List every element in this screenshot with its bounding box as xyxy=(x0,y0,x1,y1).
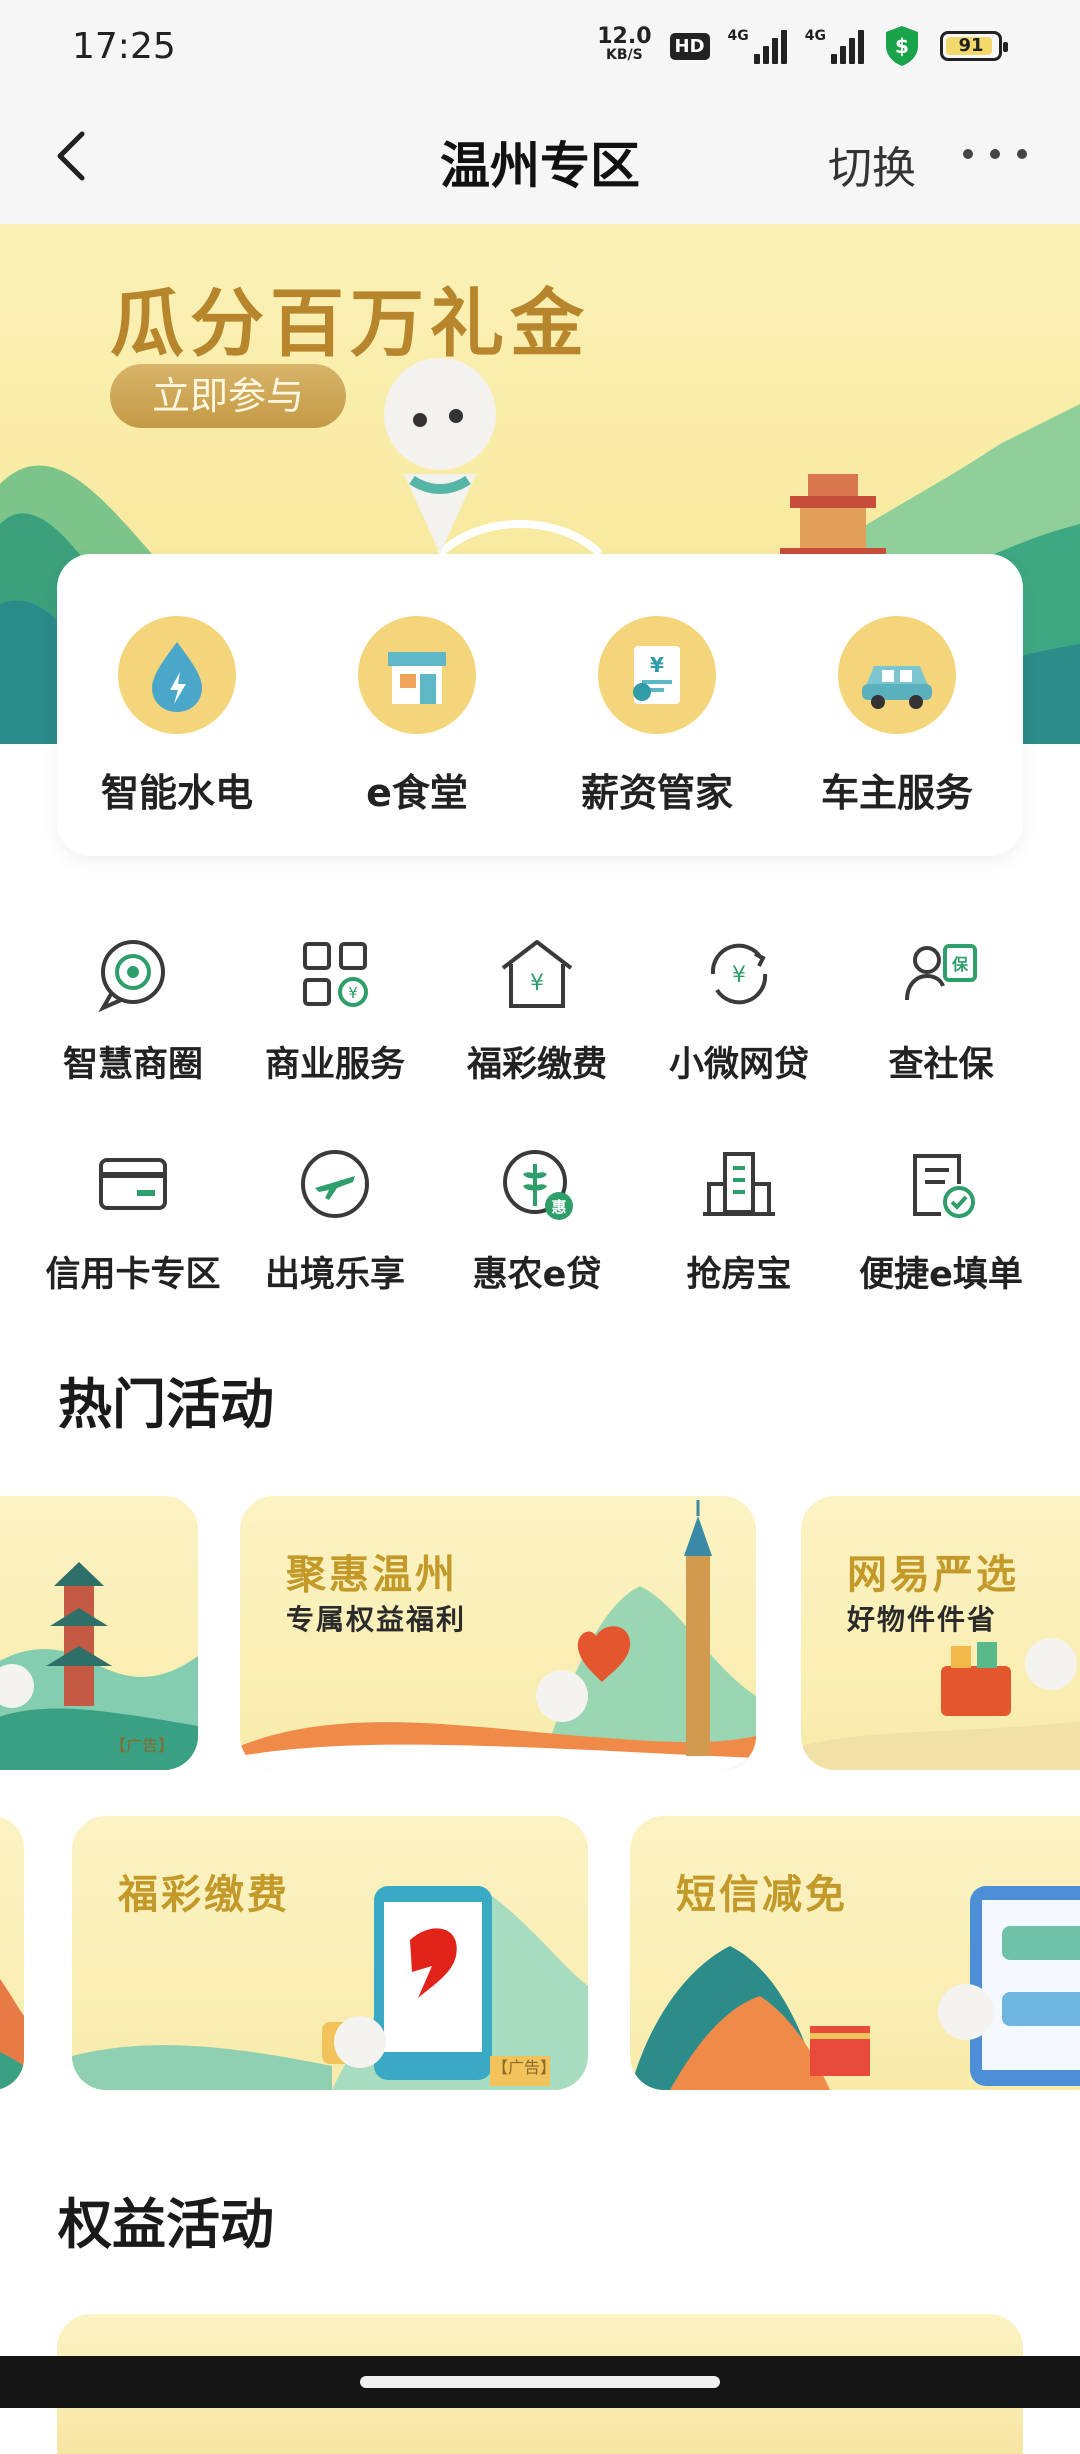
service-e-canteen[interactable]: e食堂 xyxy=(317,616,517,817)
status-time: 17:25 xyxy=(72,26,176,67)
micro-loan-icon: ¥ xyxy=(710,943,768,1005)
credit-card-icon xyxy=(99,1158,167,1210)
lottery-pay-icon: ¥ xyxy=(501,940,573,1008)
activity-card-lottery-pay[interactable]: 福彩缴费 【广告】 xyxy=(72,1816,588,2090)
grid-item-credit-card[interactable]: 信用卡专区 xyxy=(31,1144,235,1297)
social-security-icon: 保 xyxy=(905,944,977,1001)
grid-item-quick-form[interactable]: 便捷e填单 xyxy=(839,1144,1043,1297)
benefit-activities-title: 权益活动 xyxy=(58,2193,274,2256)
grid-label: 智慧商圈 xyxy=(62,1045,203,1085)
home-indicator[interactable] xyxy=(360,2376,720,2388)
grid-item-social-security[interactable]: 保 查社保 xyxy=(839,934,1043,1087)
grid-label: 商业服务 xyxy=(264,1045,405,1085)
svg-text:¥: ¥ xyxy=(650,653,664,677)
grid-item-house-grab[interactable]: 抢房宝 xyxy=(637,1144,841,1297)
card-title: 短信减免 xyxy=(676,1872,848,1918)
service-salary-manager[interactable]: ¥ 薪资管家 xyxy=(557,616,757,817)
svg-text:惠: 惠 xyxy=(551,1198,566,1216)
signal-icon: 4G xyxy=(728,28,787,64)
partial-illustration xyxy=(0,1978,24,2090)
grid-label: 便捷e填单 xyxy=(859,1255,1023,1295)
service-label: e食堂 xyxy=(366,771,468,815)
grid-item-business-service[interactable]: ¥ 商业服务 xyxy=(233,934,437,1087)
nav-bar: 温州专区 切换 xyxy=(0,96,1080,224)
battery-level: 91 xyxy=(958,35,984,56)
svg-text:¥: ¥ xyxy=(732,963,746,988)
grid-item-smart-business[interactable]: 智慧商圈 xyxy=(31,934,235,1087)
grid-label: 信用卡专区 xyxy=(45,1255,221,1295)
signal-type-label: 4G xyxy=(727,28,749,44)
featured-services-card: 智能水电 e食堂 ¥ 薪资管家 车主服务 xyxy=(57,554,1023,856)
hd-icon: HD xyxy=(669,32,710,60)
net-speed: 12.0 KB/S xyxy=(597,24,652,64)
smart-business-icon xyxy=(98,940,165,1013)
grid-label: 福彩缴费 xyxy=(466,1045,607,1085)
grid-item-outbound-travel[interactable]: 出境乐享 xyxy=(233,1144,437,1297)
service-smart-utilities[interactable]: 智能水电 xyxy=(77,616,277,817)
form-icon xyxy=(913,1154,975,1218)
activity-card-wenzhou-benefits[interactable]: 聚惠温州 专属权益福利 xyxy=(240,1496,756,1770)
salary-icon: ¥ xyxy=(598,616,716,734)
net-speed-value: 12.0 xyxy=(597,24,652,49)
activity-card-partial-left-2[interactable] xyxy=(0,1816,24,2090)
grid-label: 小微网贷 xyxy=(668,1045,809,1085)
page-title: 温州专区 xyxy=(440,137,640,195)
activity-card-netease-yanxuan[interactable]: 网易严选 好物件件省 xyxy=(801,1496,1080,1770)
pagoda-illustration xyxy=(0,1562,198,1770)
switch-region-button[interactable]: 切换 xyxy=(828,132,916,196)
ad-label: 【广告】 xyxy=(110,1736,175,1755)
hot-activities-title: 热门活动 xyxy=(58,1373,274,1436)
business-service-icon: ¥ xyxy=(303,942,368,1007)
card-title: 聚惠温州 xyxy=(286,1552,458,1598)
service-car-owner[interactable]: 车主服务 xyxy=(797,616,997,817)
agri-loan-icon: 惠 xyxy=(503,1150,573,1220)
ad-label: 【广告】 xyxy=(492,2058,557,2077)
join-now-button[interactable]: 立即参与 xyxy=(110,364,346,428)
grid-item-micro-loan[interactable]: ¥ 小微网贷 xyxy=(637,934,841,1087)
svg-text:¥: ¥ xyxy=(530,971,544,996)
status-icons: 12.0 KB/S HD 4G 4G $ 91 xyxy=(597,24,1008,68)
sms-illustration xyxy=(630,1886,1080,2090)
lottery-illustration xyxy=(72,1886,588,2090)
signal-type-label-2: 4G xyxy=(804,28,826,44)
building-icon xyxy=(703,1152,775,1216)
grid-label: 查社保 xyxy=(888,1045,994,1085)
card-subtitle: 好物件件省 xyxy=(847,1603,998,1636)
grid-label: 出境乐享 xyxy=(264,1255,405,1295)
svg-text:$: $ xyxy=(895,34,909,58)
battery-icon: 91 xyxy=(940,31,1008,61)
svg-text:¥: ¥ xyxy=(348,984,358,1002)
service-label: 薪资管家 xyxy=(580,771,733,815)
service-label: 智能水电 xyxy=(100,771,253,815)
card-subtitle: 专属权益福利 xyxy=(286,1603,467,1636)
card-title: 福彩缴费 xyxy=(118,1872,290,1918)
water-electric-icon xyxy=(118,616,236,734)
gesture-navigation-bar xyxy=(0,2356,1080,2408)
banner-title: 瓜分百万礼金 xyxy=(110,281,590,367)
grid-item-lottery-pay[interactable]: ¥ 福彩缴费 xyxy=(435,934,639,1087)
canteen-icon xyxy=(358,616,476,734)
airplane-icon xyxy=(301,1150,369,1218)
grid-label: 惠农e贷 xyxy=(472,1255,602,1295)
card-title: 网易严选 xyxy=(847,1552,1019,1598)
grid-item-agri-loan[interactable]: 惠 惠农e贷 xyxy=(435,1144,639,1297)
service-label: 车主服务 xyxy=(820,771,973,815)
car-icon xyxy=(838,616,956,734)
signal-icon-2: 4G xyxy=(805,28,864,64)
more-options-icon[interactable] xyxy=(960,142,1030,166)
svg-text:保: 保 xyxy=(951,955,969,974)
security-shield-icon: $ xyxy=(886,26,918,66)
grid-label: 抢房宝 xyxy=(686,1255,792,1295)
status-bar: 17:25 12.0 KB/S HD 4G 4G $ 91 xyxy=(0,0,1080,96)
activity-card-sms-fee-waiver[interactable]: 短信减免 xyxy=(630,1816,1080,2090)
activity-card-partial-left[interactable]: 【广告】 xyxy=(0,1496,198,1770)
